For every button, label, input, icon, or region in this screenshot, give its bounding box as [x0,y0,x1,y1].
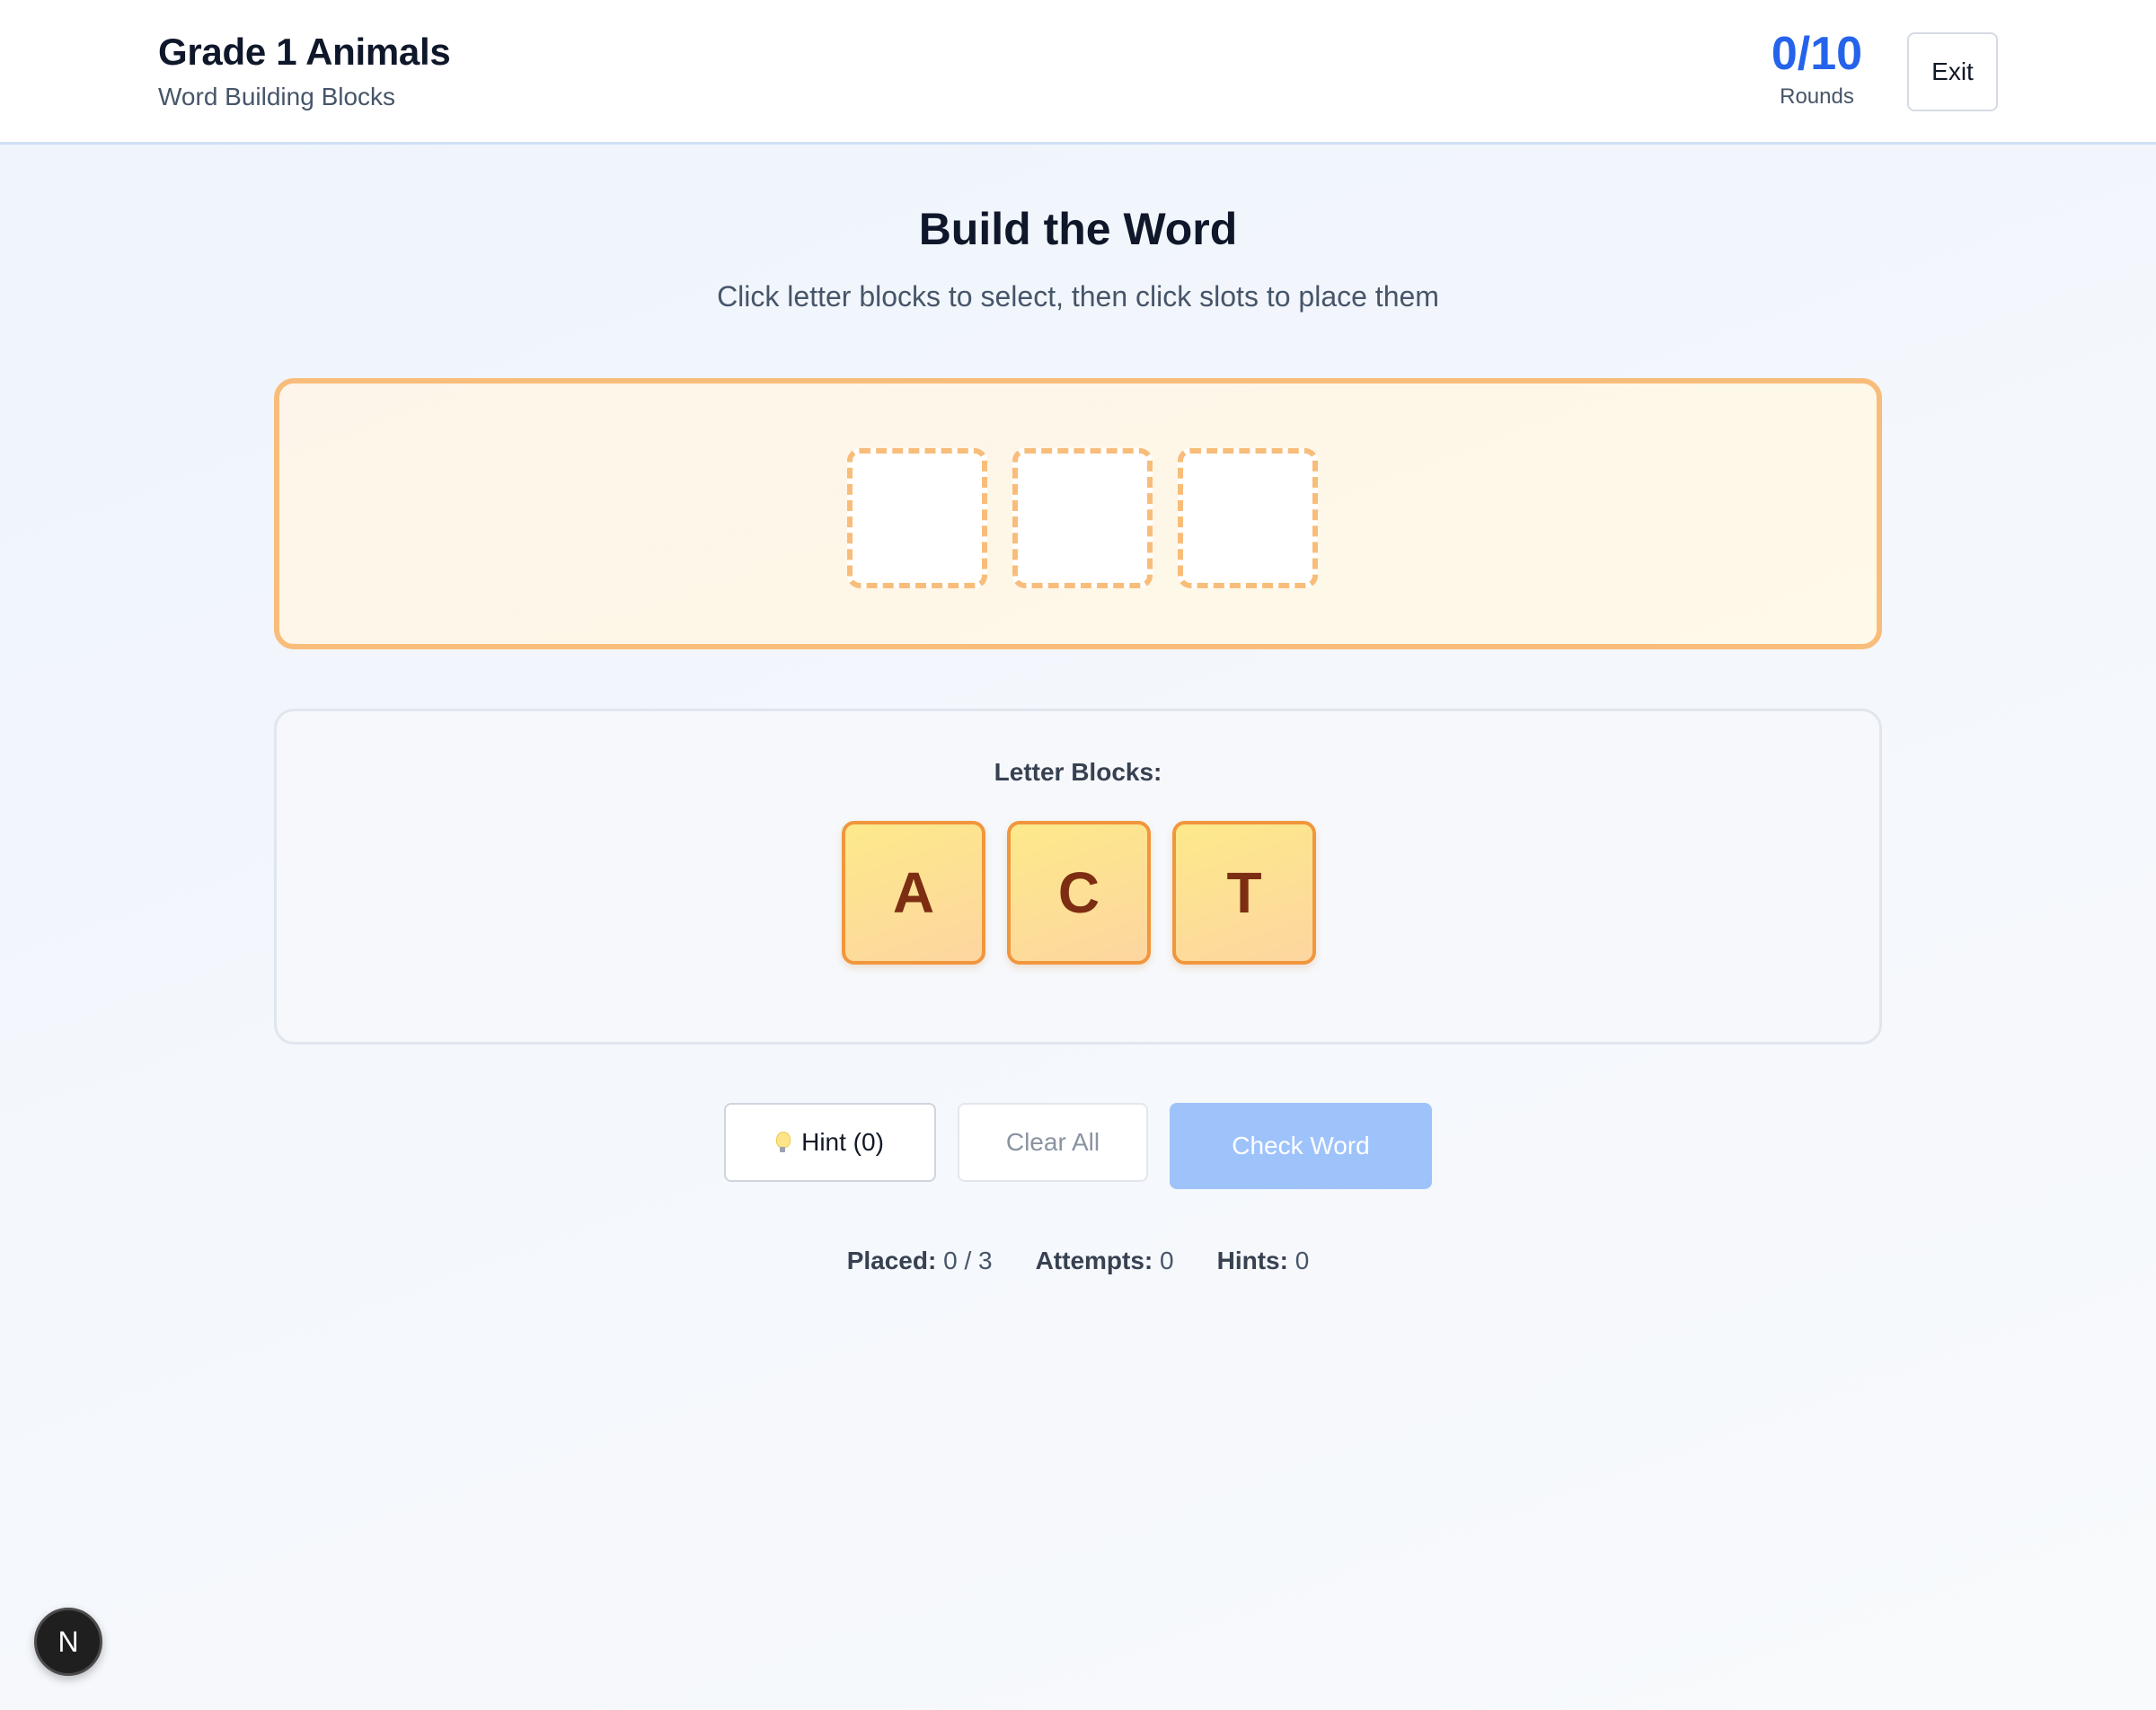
letter-blocks-label: Letter Blocks: [994,758,1162,786]
letter-slot-2[interactable] [1012,448,1153,588]
exit-button[interactable]: Exit [1907,32,1998,111]
stat-hints-value: 0 [1294,1247,1310,1274]
letter-block-c[interactable]: C [1007,821,1151,965]
lightbulb-icon [776,1132,791,1153]
word-slot-area [274,378,1882,649]
stat-placed: Placed: 0 / 3 [847,1247,993,1275]
rounds-label: Rounds [1780,84,1854,109]
rounds-counter: 0/10 Rounds [1743,27,1891,110]
n-badge-button[interactable]: N [34,1608,102,1676]
app-title: Grade 1 Animals [158,31,451,73]
stat-attempts: Attempts: 0 [1036,1247,1174,1275]
letter-slot-1[interactable] [847,448,987,588]
stat-hints: Hints: 0 [1217,1247,1310,1275]
app-subtitle: Word Building Blocks [158,83,396,110]
hint-button[interactable]: Hint (0) [724,1103,936,1182]
stat-attempts-label: Attempts: [1035,1247,1161,1274]
letter-block-a[interactable]: A [842,821,985,965]
app-header: Grade 1 Animals Word Building Blocks 0/1… [0,0,2156,145]
stat-hints-label: Hints: [1216,1247,1295,1274]
stat-placed-label: Placed: [846,1247,944,1274]
page-title: Build the Word [918,204,1238,254]
game-stats: Placed: 0 / 3 Attempts: 0 Hints: 0 [0,1247,2156,1275]
clear-all-button[interactable]: Clear All [958,1103,1148,1182]
hint-button-label: Hint (0) [801,1128,884,1156]
stat-placed-value: 0 / 3 [943,1247,993,1274]
instructions-text: Click letter blocks to select, then clic… [717,280,1439,313]
rounds-value: 0/10 [1771,28,1863,80]
letter-blocks-area: Letter Blocks: A C T [274,709,1882,1045]
letter-slot-3[interactable] [1178,448,1318,588]
check-word-button[interactable]: Check Word [1170,1103,1432,1189]
stat-attempts-value: 0 [1160,1247,1174,1274]
letter-block-t[interactable]: T [1172,821,1316,965]
